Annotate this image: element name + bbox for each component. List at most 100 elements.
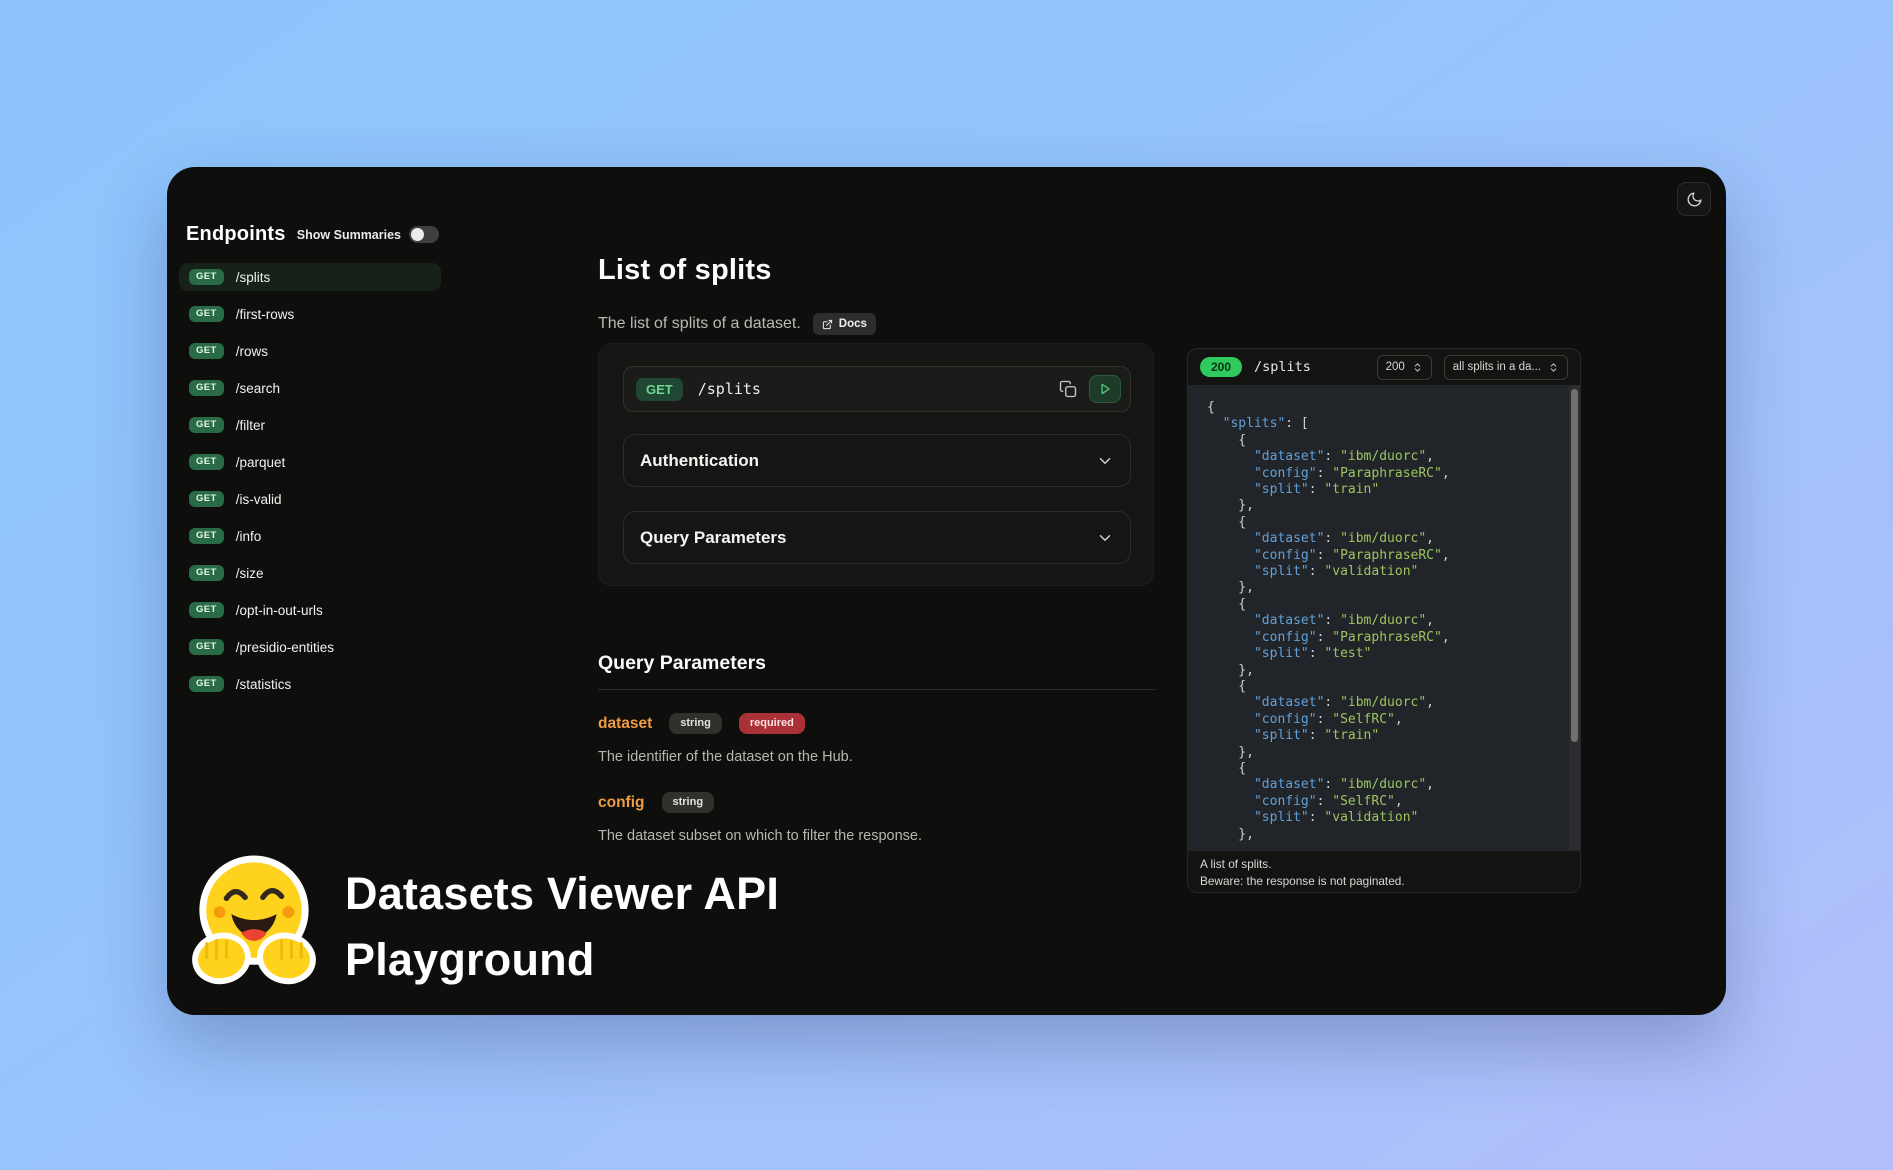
docs-button-label: Docs [839, 318, 867, 330]
run-request-button[interactable] [1089, 375, 1121, 403]
toggle-knob [411, 228, 424, 241]
status-code-select[interactable]: 200 [1377, 355, 1432, 380]
sidebar-endpoint-item[interactable]: GET /rows [179, 337, 441, 365]
response-header: 200 /splits 200 all splits in a da... [1188, 349, 1580, 385]
method-badge: GET [189, 269, 224, 285]
endpoint-path: /search [236, 381, 280, 396]
sidebar-endpoint-item[interactable]: GET /search [179, 374, 441, 402]
main-content: List of splits The list of splits of a d… [598, 256, 1156, 285]
example-select[interactable]: all splits in a da... [1444, 355, 1568, 380]
sidebar-endpoint-item[interactable]: GET /splits [179, 263, 441, 291]
query-parameters-collapsible[interactable]: Query Parameters [623, 511, 1131, 564]
query-params-list: dataset string required The identifier o… [598, 713, 1156, 844]
page-title: List of splits [598, 256, 1156, 285]
endpoint-path: /parquet [236, 455, 286, 470]
query-param-head: config string [598, 792, 1156, 813]
show-summaries-label: Show Summaries [297, 228, 401, 242]
request-bar: GET /splits [623, 366, 1131, 412]
method-badge: GET [189, 565, 224, 581]
query-parameters-section: Query Parameters dataset string required… [598, 652, 1156, 871]
docs-button[interactable]: Docs [813, 313, 876, 335]
method-badge: GET [189, 676, 224, 692]
endpoint-path: /size [236, 566, 264, 581]
scrollbar-thumb[interactable] [1571, 389, 1578, 742]
sidebar-endpoint-item[interactable]: GET /opt-in-out-urls [179, 596, 441, 624]
response-footer: A list of splits. Beware: the response i… [1188, 850, 1580, 892]
sidebar-header: Endpoints Show Summaries [179, 223, 441, 246]
param-type-badge: string [662, 792, 715, 813]
copy-button[interactable] [1054, 375, 1082, 403]
divider [598, 689, 1156, 690]
method-badge: GET [189, 639, 224, 655]
status-badge: 200 [1200, 357, 1242, 377]
sidebar-endpoint-item[interactable]: GET /presidio-entities [179, 633, 441, 661]
show-summaries-toggle[interactable] [409, 226, 439, 243]
sidebar-endpoint-item[interactable]: GET /statistics [179, 670, 441, 698]
show-summaries-control: Show Summaries [297, 226, 439, 243]
moon-icon [1686, 191, 1703, 208]
param-type-badge: string [669, 713, 722, 734]
sidebar: Endpoints Show Summaries GET /splits GET… [179, 223, 441, 707]
method-badge: GET [189, 380, 224, 396]
chevron-down-icon [1096, 452, 1114, 470]
sidebar-endpoint-item[interactable]: GET /first-rows [179, 300, 441, 328]
endpoint-path: /opt-in-out-urls [236, 603, 323, 618]
sidebar-endpoint-item[interactable]: GET /info [179, 522, 441, 550]
method-badge: GET [189, 306, 224, 322]
sidebar-endpoint-item[interactable]: GET /filter [179, 411, 441, 439]
method-badge: GET [189, 343, 224, 359]
sidebar-endpoint-item[interactable]: GET /parquet [179, 448, 441, 476]
page-subtitle: The list of splits of a dataset. [598, 315, 801, 333]
example-select-value: all splits in a da... [1453, 361, 1541, 373]
endpoint-path: /is-valid [236, 492, 282, 507]
authentication-collapsible[interactable]: Authentication [623, 434, 1131, 487]
query-param: config string The dataset subset on whic… [598, 792, 1156, 844]
chevron-down-icon [1096, 529, 1114, 547]
branding: Datasets Viewer API Playground [191, 853, 779, 993]
endpoint-path: /presidio-entities [236, 640, 334, 655]
sidebar-endpoint-item[interactable]: GET /size [179, 559, 441, 587]
response-footer-line: Beware: the response is not paginated. [1200, 873, 1568, 890]
method-badge: GET [189, 491, 224, 507]
query-parameters-title: Query Parameters [598, 652, 1156, 675]
status-code-select-value: 200 [1386, 361, 1405, 373]
param-required-badge: required [739, 713, 805, 734]
endpoint-path: /splits [236, 270, 271, 285]
endpoint-path: /rows [236, 344, 268, 359]
param-description: The dataset subset on which to filter th… [598, 828, 1156, 844]
param-description: The identifier of the dataset on the Hub… [598, 749, 1156, 765]
authentication-label: Authentication [640, 451, 759, 471]
request-card: GET /splits [598, 343, 1154, 586]
hugging-face-logo [191, 853, 317, 985]
theme-toggle-button[interactable] [1677, 182, 1711, 216]
query-param: dataset string required The identifier o… [598, 713, 1156, 765]
sidebar-title: Endpoints [186, 223, 286, 246]
brand-title-line1: Datasets Viewer API [345, 861, 779, 927]
method-badge: GET [189, 528, 224, 544]
scrollbar-track [1569, 385, 1580, 850]
response-footer-line: A list of splits. [1200, 856, 1568, 873]
endpoint-path: /filter [236, 418, 265, 433]
endpoint-path: /statistics [236, 677, 292, 692]
query-param-head: dataset string required [598, 713, 1156, 734]
method-badge: GET [189, 454, 224, 470]
endpoint-path: /first-rows [236, 307, 295, 322]
response-panel: 200 /splits 200 all splits in a da... [1187, 348, 1581, 893]
brand-title-line2: Playground [345, 927, 779, 993]
endpoint-list: GET /splits GET /first-rows GET /rows GE… [179, 263, 441, 698]
query-parameters-collapsible-label: Query Parameters [640, 528, 786, 548]
method-badge: GET [189, 602, 224, 618]
method-badge: GET [189, 417, 224, 433]
response-json: { "splits": [ { "dataset": "ibm/duorc", … [1188, 385, 1580, 850]
brand-title: Datasets Viewer API Playground [345, 861, 779, 993]
external-link-icon [822, 319, 833, 330]
subtitle-row: The list of splits of a dataset. Docs [598, 310, 876, 338]
copy-icon [1059, 380, 1077, 398]
response-path: /splits [1254, 359, 1365, 375]
endpoint-path: /info [236, 529, 262, 544]
play-icon [1098, 382, 1112, 396]
sidebar-endpoint-item[interactable]: GET /is-valid [179, 485, 441, 513]
param-name: config [598, 794, 645, 812]
app-card: Endpoints Show Summaries GET /splits GET… [167, 167, 1726, 1015]
chevrons-up-down-icon [1548, 362, 1559, 373]
